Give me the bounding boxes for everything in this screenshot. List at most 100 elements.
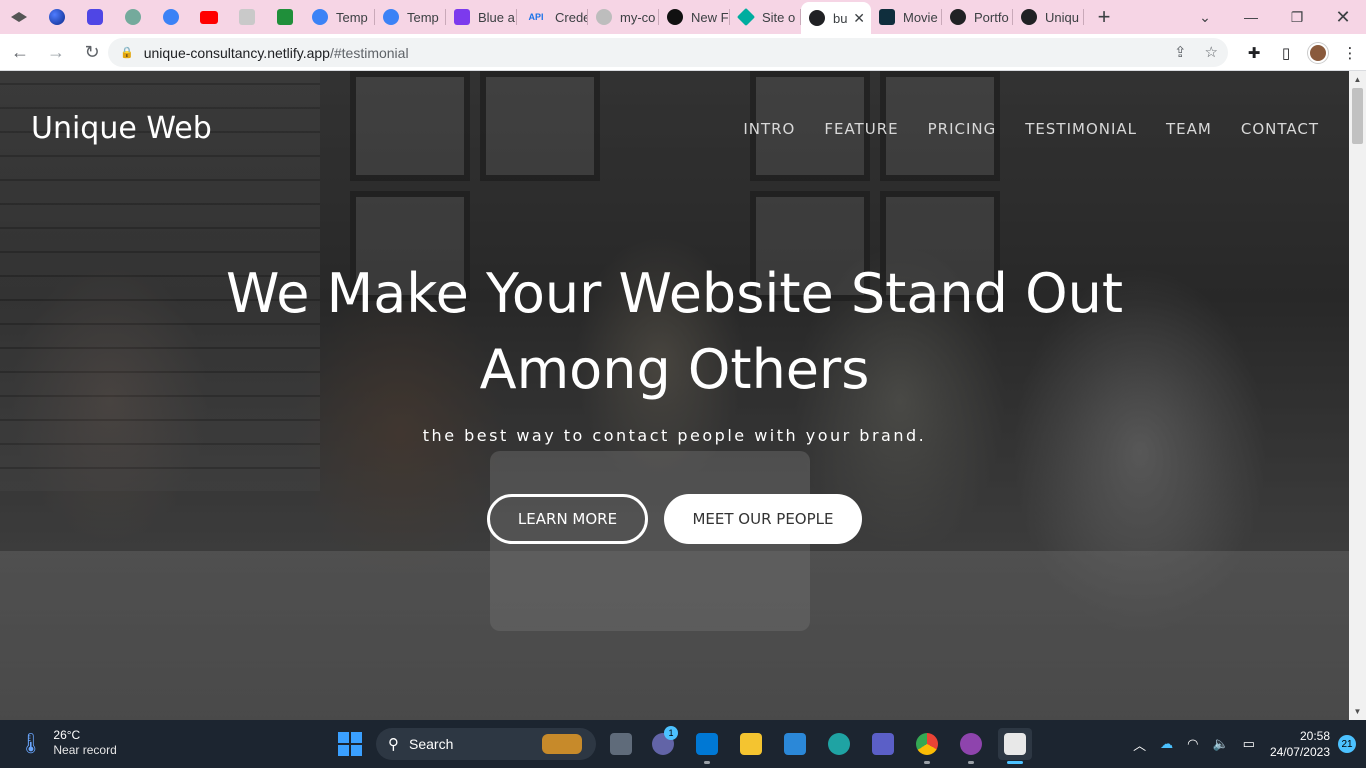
wifi-icon[interactable]: ◠	[1187, 736, 1198, 752]
tab-search-icon[interactable]: ⌄	[1182, 0, 1228, 34]
pinned-tab-2[interactable]	[38, 0, 76, 34]
api-icon: API	[528, 12, 544, 22]
bookmark-star-icon[interactable]: ☆	[1205, 43, 1218, 61]
browser-tab[interactable]: Uniqu	[1013, 0, 1084, 34]
react-icon	[879, 9, 895, 25]
browser-tab-active[interactable]: bu ✕	[801, 2, 871, 34]
edge-button[interactable]	[822, 728, 856, 760]
omnibox-actions: ⇪ ☆	[1174, 43, 1218, 61]
onedrive-icon[interactable]: ☁	[1160, 736, 1173, 752]
page-scrollbar[interactable]: ▲ ▼	[1349, 71, 1366, 720]
close-window-button[interactable]: ✕	[1320, 0, 1366, 34]
browser-tab[interactable]: my-co	[588, 0, 659, 34]
scroll-thumb[interactable]	[1352, 88, 1363, 144]
browser-tab[interactable]: Site o	[730, 0, 801, 34]
browser-tab[interactable]: Blue a	[446, 0, 517, 34]
github-desktop-button[interactable]	[954, 728, 988, 764]
pinned-tab-5[interactable]	[152, 0, 190, 34]
snipping-tool-button[interactable]	[998, 728, 1032, 764]
profile-avatar[interactable]	[1302, 37, 1334, 69]
menu-icon[interactable]: ⋮	[1334, 37, 1366, 69]
tab-title: bu	[833, 10, 848, 26]
search-label: Search	[409, 736, 454, 752]
forward-button[interactable]: →	[40, 36, 72, 68]
nav-feature[interactable]: FEATURE	[824, 120, 898, 138]
scroll-down-arrow-icon[interactable]: ▼	[1349, 703, 1366, 720]
heart-shield-icon	[454, 9, 470, 25]
task-view-icon	[610, 733, 632, 755]
browser-toolbar: ← → ↻ 🔒 unique-consultancy.netlify.app/#…	[0, 34, 1366, 71]
start-button[interactable]	[338, 732, 362, 756]
minimize-button[interactable]: —	[1228, 0, 1274, 34]
tab-title: Portfo	[974, 9, 1009, 25]
edge-style-icon	[383, 9, 399, 25]
notification-badge[interactable]: 21	[1338, 735, 1356, 753]
pinned-tab-4[interactable]	[114, 0, 152, 34]
vscode-button[interactable]	[690, 728, 724, 764]
pinned-tab-3[interactable]	[76, 0, 114, 34]
teams-badge: 1	[664, 726, 678, 740]
github-icon	[596, 9, 612, 25]
taskbar-search[interactable]: ⚲ Search	[376, 728, 596, 760]
pinned-tab-8[interactable]	[266, 0, 304, 34]
browser-tab[interactable]: Temp	[304, 0, 375, 34]
pinned-tab-6[interactable]	[190, 0, 228, 34]
learn-more-button[interactable]: LEARN MORE	[487, 494, 648, 544]
volume-icon[interactable]: 🔈	[1212, 736, 1228, 752]
netlify-icon	[736, 7, 756, 27]
scroll-up-arrow-icon[interactable]: ▲	[1349, 71, 1366, 88]
url-text: unique-consultancy.netlify.app/#testimon…	[144, 45, 409, 61]
hero-headline: We Make Your Website Stand Out Among Oth…	[0, 256, 1349, 408]
youtube-icon	[200, 10, 218, 24]
circle-logo-icon	[49, 9, 65, 25]
back-button[interactable]: ←	[4, 36, 36, 68]
globe-icon	[950, 9, 966, 25]
meet-our-people-button[interactable]: MEET OUR PEOPLE	[664, 494, 862, 544]
browser-tab[interactable]: Temp	[375, 0, 446, 34]
vscode-icon	[696, 733, 718, 755]
tab-title: Temp	[336, 9, 368, 25]
tab-title: Crede	[555, 9, 588, 25]
weather-temp: 26°C	[53, 728, 81, 742]
page-viewport: Unique Web INTRO FEATURE PRICING TESTIMO…	[0, 71, 1349, 720]
file-explorer-button[interactable]	[734, 728, 768, 760]
pinned-tab-1[interactable]	[0, 0, 38, 34]
nav-contact[interactable]: CONTACT	[1241, 120, 1319, 138]
share-icon[interactable]: ⇪	[1174, 43, 1187, 61]
close-icon[interactable]: ✕	[853, 10, 865, 27]
store-button[interactable]	[778, 728, 812, 760]
battery-icon[interactable]: ▭	[1243, 736, 1255, 752]
chrome-button[interactable]	[910, 728, 944, 764]
browser-tab[interactable]: Portfo	[942, 0, 1013, 34]
browser-tab[interactable]: New F	[659, 0, 730, 34]
nav-testimonial[interactable]: TESTIMONIAL	[1025, 120, 1137, 138]
teams-button[interactable]	[866, 728, 900, 760]
tab-title: New F	[691, 9, 729, 25]
url-path: /#testimonial	[329, 44, 409, 61]
browser-tab[interactable]: API Crede	[517, 0, 588, 34]
nav-pricing[interactable]: PRICING	[928, 120, 997, 138]
nav-intro[interactable]: INTRO	[743, 120, 795, 138]
restore-button[interactable]: ❐	[1274, 0, 1320, 34]
task-view-button[interactable]	[604, 728, 638, 760]
nav-team[interactable]: TEAM	[1166, 120, 1212, 138]
tab-title: Blue a	[478, 9, 515, 25]
new-tab-button[interactable]: +	[1084, 0, 1124, 34]
reload-button[interactable]: ↻	[76, 36, 108, 68]
url-host: unique-consultancy.netlify.app	[143, 44, 330, 61]
weather-widget[interactable]: 🌡 26°C Near record	[18, 728, 117, 758]
teams-chat-button[interactable]: 1	[646, 726, 680, 760]
tab-title: Movie	[903, 9, 938, 25]
address-bar[interactable]: 🔒 unique-consultancy.netlify.app/#testim…	[108, 38, 1228, 67]
browser-tab[interactable]: Movie	[871, 0, 942, 34]
chevron-up-icon[interactable]: ︿	[1133, 735, 1146, 754]
clock[interactable]: 20:58 24/07/2023	[1270, 728, 1330, 760]
extensions-icon[interactable]: ✚	[1238, 37, 1270, 69]
tab-title: Site o	[762, 9, 796, 25]
robot-icon	[87, 9, 103, 25]
pinned-tab-7[interactable]	[228, 0, 266, 34]
site-brand[interactable]: Unique Web	[31, 111, 212, 146]
edge-style-icon	[163, 9, 179, 25]
tab-title: Uniqu	[1045, 9, 1079, 25]
side-panel-icon[interactable]: ▯	[1270, 37, 1302, 69]
